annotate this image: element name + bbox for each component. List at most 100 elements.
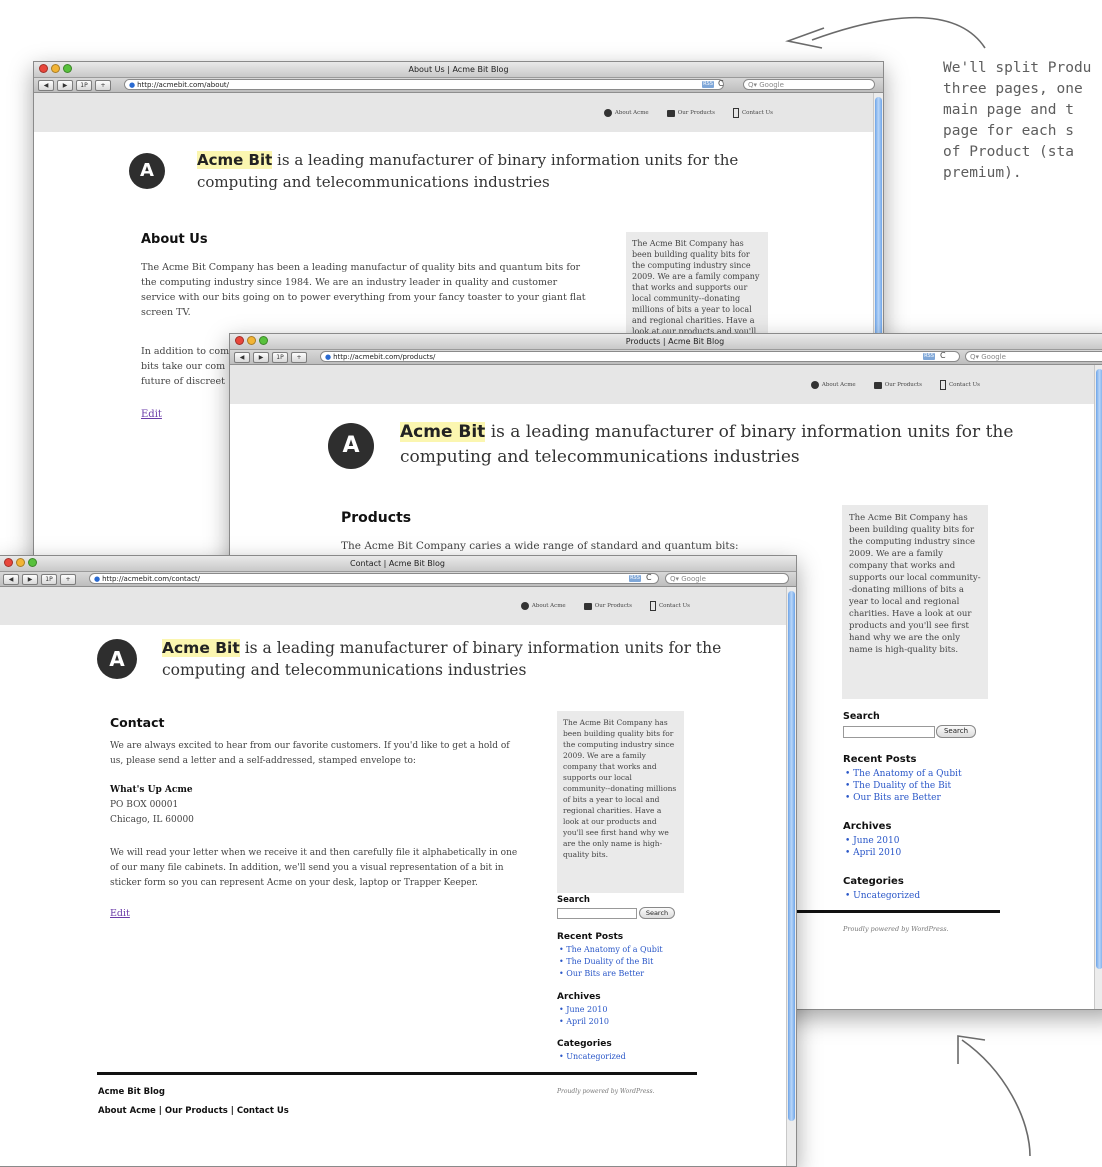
forward-button[interactable]: ▶	[253, 352, 269, 363]
address-bar[interactable]: ● http://acmebit.com/contact/	[89, 573, 659, 584]
archives-list: June 2010 April 2010	[845, 835, 901, 859]
archives-heading: Archives	[843, 821, 892, 832]
search-field[interactable]: Q▾ Google	[965, 351, 1102, 362]
rss-icon[interactable]: RSS	[629, 575, 641, 582]
globe-icon: ●	[129, 81, 136, 89]
archive-link[interactable]: June 2010	[559, 1004, 609, 1016]
category-link[interactable]: Uncategorized	[559, 1051, 625, 1063]
nav-contact[interactable]: Contact Us	[649, 601, 690, 611]
minimize-button[interactable]	[247, 336, 256, 345]
archives-list: June 2010 April 2010	[559, 1004, 609, 1028]
toolbar: ◀ ▶ 1P + ● http://acmebit.com/contact/ RS…	[0, 572, 796, 587]
zoom-button[interactable]	[259, 336, 268, 345]
about-icon	[810, 381, 819, 389]
back-button[interactable]: ◀	[234, 352, 250, 363]
recent-post-link[interactable]: The Duality of the Bit	[559, 956, 663, 968]
forward-button[interactable]: ▶	[57, 80, 73, 91]
sidebar-text-box: The Acme Bit Company has been building q…	[557, 711, 684, 893]
reload-icon[interactable]: C	[646, 573, 652, 582]
tagline-1: is a leading manufacturer of binary info…	[485, 422, 1014, 442]
page-heading: Products	[341, 510, 412, 526]
minimize-button[interactable]	[51, 64, 60, 73]
site-tagline: Acme Bit is a leading manufacturer of bi…	[400, 420, 1020, 470]
rss-icon[interactable]: RSS	[923, 353, 935, 360]
reload-icon[interactable]: C	[718, 79, 724, 88]
address-bar[interactable]: ● http://acmebit.com/products/	[320, 351, 960, 362]
annotation-note: We'll split Produ three pages, one main …	[943, 60, 1092, 181]
sidebar-search-input[interactable]	[843, 726, 935, 738]
recent-post-link[interactable]: The Anatomy of a Qubit	[845, 768, 961, 780]
scroll-thumb[interactable]	[788, 591, 795, 1121]
title-bar: Products | Acme Bit Blog	[230, 334, 1102, 350]
onepassword-button[interactable]: 1P	[272, 352, 288, 363]
arrowhead-bottom	[957, 1035, 986, 1064]
archive-link[interactable]: April 2010	[559, 1016, 609, 1028]
rss-icon[interactable]: RSS	[702, 81, 714, 88]
search-heading: Search	[843, 711, 880, 722]
footer-title[interactable]: Acme Bit Blog	[98, 1087, 165, 1097]
close-button[interactable]	[39, 64, 48, 73]
nav-products[interactable]: Our Products	[873, 380, 922, 390]
nav-about[interactable]: About Acme	[810, 380, 856, 390]
toolbar: ◀ ▶ 1P + ● http://acmebit.com/products/ R…	[230, 350, 1102, 365]
recent-post-link[interactable]: The Duality of the Bit	[845, 780, 962, 792]
add-bookmark-button[interactable]: +	[95, 80, 111, 91]
archive-link[interactable]: June 2010	[845, 835, 901, 847]
nav-contact[interactable]: Contact Us	[732, 108, 773, 118]
footer-links[interactable]: About Acme | Our Products | Contact Us	[98, 1106, 289, 1116]
close-button[interactable]	[235, 336, 244, 345]
site-nav: About Acme Our Products Contact Us	[34, 93, 883, 132]
reload-icon[interactable]: C	[940, 351, 946, 360]
tagline-1: is a leading manufacturer of binary info…	[239, 639, 722, 657]
recent-post-link[interactable]: Our Bits are Better	[845, 792, 962, 804]
brand-name[interactable]: Acme Bit	[400, 422, 486, 442]
site-logo[interactable]: A	[328, 423, 374, 469]
add-bookmark-button[interactable]: +	[291, 352, 307, 363]
recent-post-link[interactable]: Our Bits are Better	[559, 968, 663, 980]
back-button[interactable]: ◀	[3, 574, 19, 585]
sidebar-search-input[interactable]	[557, 908, 637, 919]
phone-icon	[732, 108, 739, 118]
phone-icon	[649, 601, 656, 611]
search-field[interactable]: Q▾ Google	[665, 573, 789, 584]
wordpress-credit[interactable]: Proudly powered by WordPress.	[557, 1088, 655, 1095]
nav-products[interactable]: Our Products	[583, 601, 632, 611]
zoom-button[interactable]	[28, 558, 37, 567]
wordpress-credit[interactable]: Proudly powered by WordPress.	[843, 925, 949, 933]
back-button[interactable]: ◀	[38, 80, 54, 91]
add-bookmark-button[interactable]: +	[60, 574, 76, 585]
brand-name[interactable]: Acme Bit	[162, 639, 240, 657]
archive-link[interactable]: April 2010	[845, 847, 901, 859]
minimize-button[interactable]	[16, 558, 25, 567]
nav-contact[interactable]: Contact Us	[939, 380, 980, 390]
site-logo[interactable]: A	[97, 639, 137, 679]
zoom-button[interactable]	[63, 64, 72, 73]
site-logo[interactable]: A	[129, 153, 165, 189]
sidebar-search-button[interactable]: Search	[936, 725, 976, 738]
nav-products[interactable]: Our Products	[666, 108, 715, 118]
nav-about[interactable]: About Acme	[603, 108, 649, 118]
sidebar-text-box: The Acme Bit Company has been building q…	[842, 505, 988, 699]
onepassword-button[interactable]: 1P	[76, 80, 92, 91]
recent-post-link[interactable]: The Anatomy of a Qubit	[559, 944, 662, 956]
brand-name[interactable]: Acme Bit	[197, 151, 273, 169]
nav-about[interactable]: About Acme	[520, 601, 566, 611]
close-button[interactable]	[4, 558, 13, 567]
address-bar[interactable]: ● http://acmebit.com/about/	[124, 79, 724, 90]
title-bar: About Us | Acme Bit Blog	[34, 62, 883, 78]
scrollbar[interactable]	[786, 587, 796, 1166]
categories-heading: Categories	[557, 1039, 612, 1049]
category-link[interactable]: Uncategorized	[845, 890, 920, 902]
scrollbar[interactable]	[1094, 365, 1102, 1009]
onepassword-button[interactable]: 1P	[41, 574, 57, 585]
about-icon	[520, 602, 529, 610]
forward-button[interactable]: ▶	[22, 574, 38, 585]
edit-link[interactable]: Edit	[141, 409, 162, 420]
archives-heading: Archives	[557, 992, 601, 1002]
products-icon	[666, 109, 675, 117]
sidebar-search-button[interactable]: Search	[639, 907, 675, 919]
search-field[interactable]: Q▾ Google	[743, 79, 875, 90]
edit-link[interactable]: Edit	[110, 908, 130, 919]
phone-icon	[939, 380, 946, 390]
scroll-thumb[interactable]	[1096, 369, 1102, 969]
